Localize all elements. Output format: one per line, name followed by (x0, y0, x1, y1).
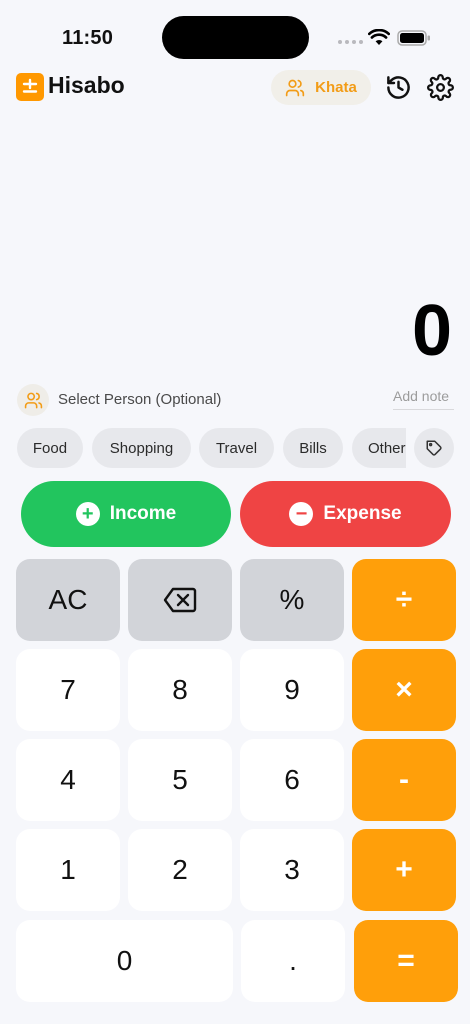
plus-key[interactable]: + (352, 829, 456, 911)
users-icon (285, 79, 305, 96)
tag-button[interactable] (414, 428, 454, 468)
multiply-key[interactable]: × (352, 649, 456, 731)
category-chip-shopping[interactable]: Shopping (92, 428, 191, 468)
khata-button[interactable]: Khata (271, 70, 371, 105)
divide-key[interactable]: ÷ (352, 559, 456, 641)
equals-key[interactable]: = (354, 920, 458, 1002)
backspace-icon (163, 587, 197, 613)
key-3[interactable]: 3 (240, 829, 344, 911)
expense-label: Expense (323, 503, 402, 524)
clear-key[interactable]: AC (16, 559, 120, 641)
income-label: Income (109, 503, 177, 524)
income-button[interactable]: + Income (21, 481, 231, 547)
backspace-key[interactable] (128, 559, 232, 641)
app-logo-icon (16, 73, 44, 101)
battery-icon (397, 30, 430, 46)
app-title: Hisabo (48, 72, 125, 98)
status-time: 11:50 (62, 27, 114, 49)
category-chip-travel[interactable]: Travel (199, 428, 274, 468)
key-1[interactable]: 1 (16, 829, 120, 911)
person-avatar[interactable] (17, 384, 49, 416)
users-icon (24, 392, 42, 408)
khata-label: Khata (315, 79, 357, 96)
minus-circle-icon: − (289, 502, 314, 526)
expense-button[interactable]: − Expense (240, 481, 451, 547)
select-person-button[interactable]: Select Person (Optional) (58, 391, 221, 408)
tag-icon (426, 440, 442, 456)
key-6[interactable]: 6 (240, 739, 344, 821)
key-7[interactable]: 7 (16, 649, 120, 731)
minus-key[interactable]: - (352, 739, 456, 821)
category-chip-bills[interactable]: Bills (283, 428, 343, 468)
dynamic-island (162, 16, 309, 59)
key-0[interactable]: 0 (16, 920, 233, 1002)
key-8[interactable]: 8 (128, 649, 232, 731)
calculator-screen: 11:50 Hisabo Khata 0 Select Person (Opti… (0, 0, 470, 1024)
key-9[interactable]: 9 (240, 649, 344, 731)
key-4[interactable]: 4 (16, 739, 120, 821)
wifi-icon (368, 29, 390, 45)
plus-circle-icon: + (75, 502, 100, 526)
key-2[interactable]: 2 (128, 829, 232, 911)
decimal-key[interactable]: . (241, 920, 345, 1002)
category-chip-food[interactable]: Food (17, 428, 83, 468)
cellular-signal-icon (338, 40, 363, 44)
history-icon[interactable] (385, 74, 412, 101)
category-chip-other[interactable]: Other (352, 428, 406, 468)
gear-icon[interactable] (427, 74, 454, 101)
key-5[interactable]: 5 (128, 739, 232, 821)
percent-key[interactable]: % (240, 559, 344, 641)
display-value: 0 (411, 291, 452, 371)
add-note-field[interactable]: Add note (393, 388, 454, 410)
